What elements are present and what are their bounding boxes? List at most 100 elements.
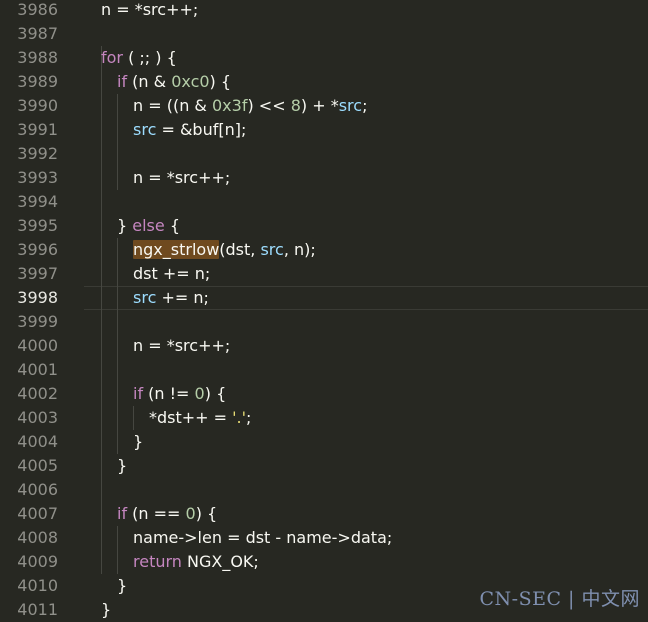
code-token: ) <<: [247, 96, 291, 115]
line-code[interactable]: if (n == 0) {: [117, 502, 217, 526]
code-token: 8: [290, 96, 301, 115]
code-token: ) {: [195, 504, 218, 523]
line-code[interactable]: n = *src++;: [101, 0, 198, 22]
line-code[interactable]: return NGX_OK;: [133, 550, 259, 574]
line-number[interactable]: 4006: [0, 478, 58, 502]
code-line[interactable]: 3987: [0, 22, 648, 46]
line-number[interactable]: 3998: [0, 286, 58, 310]
code-line[interactable]: 3991 src = &buf[n];: [0, 118, 648, 142]
line-number[interactable]: 3991: [0, 118, 58, 142]
line-number[interactable]: 4000: [0, 334, 58, 358]
highlighted-symbol: ngx_strlow: [133, 240, 220, 259]
code-line[interactable]: 4002 if (n != 0) {: [0, 382, 648, 406]
line-number[interactable]: 3993: [0, 166, 58, 190]
code-token: src: [260, 240, 284, 259]
line-code[interactable]: ngx_strlow(dst, src, n);: [133, 238, 316, 262]
code-line[interactable]: 4007 if (n == 0) {: [0, 502, 648, 526]
code-line[interactable]: 3988 for ( ;; ) {: [0, 46, 648, 70]
line-code[interactable]: n = *src++;: [133, 166, 230, 190]
code-editor[interactable]: 3986 n = *src++; 3987 3988 for ( ;; ) { 3989 i…: [0, 0, 648, 619]
line-number[interactable]: 3989: [0, 70, 58, 94]
line-number[interactable]: 3996: [0, 238, 58, 262]
code-line[interactable]: 3994: [0, 190, 648, 214]
line-code[interactable]: if (n != 0) {: [133, 382, 226, 406]
line-number[interactable]: 4009: [0, 550, 58, 574]
code-token: n = *src++;: [133, 336, 231, 355]
code-token: }: [101, 600, 112, 619]
line-number[interactable]: 3990: [0, 94, 58, 118]
code-line[interactable]: 3989 if (n & 0xc0) {: [0, 70, 648, 94]
line-number[interactable]: 4011: [0, 598, 58, 622]
line-number[interactable]: 3999: [0, 310, 58, 334]
code-line[interactable]: 4008 name->len = dst - name->data;: [0, 526, 648, 550]
code-token: else: [132, 216, 165, 235]
code-token: ( ;; ) {: [123, 48, 177, 67]
code-line[interactable]: 3992: [0, 142, 648, 166]
code-line[interactable]: 4003 *dst++ = '.';: [0, 406, 648, 430]
code-line[interactable]: 3995 } else {: [0, 214, 648, 238]
code-token: n = *src++;: [133, 168, 231, 187]
code-token: src: [338, 96, 363, 115]
code-token: += n;: [156, 288, 209, 307]
code-line[interactable]: 3986 n = *src++;: [0, 0, 648, 22]
code-line[interactable]: 3990 n = ((n & 0x3f) << 8) + *src;: [0, 94, 648, 118]
code-line[interactable]: 4001: [0, 358, 648, 382]
code-line[interactable]: 4009 return NGX_OK;: [0, 550, 648, 574]
line-code[interactable]: name->len = dst - name->data;: [133, 526, 392, 550]
line-code[interactable]: }: [101, 598, 111, 622]
code-line[interactable]: 3996 ngx_strlow(dst, src, n);: [0, 238, 648, 262]
code-token: (n !=: [143, 384, 195, 403]
code-line[interactable]: 3997 dst += n;: [0, 262, 648, 286]
line-number[interactable]: 4010: [0, 574, 58, 598]
line-number[interactable]: 3986: [0, 0, 58, 22]
line-number[interactable]: 4003: [0, 406, 58, 430]
line-number[interactable]: 4008: [0, 526, 58, 550]
line-code[interactable]: *dst++ = '.';: [149, 406, 251, 430]
line-code[interactable]: n = ((n & 0x3f) << 8) + *src;: [133, 94, 367, 118]
code-token: = &buf[n];: [156, 120, 247, 139]
code-token: 0: [194, 384, 205, 403]
line-code[interactable]: }: [117, 454, 127, 478]
code-line[interactable]: 3993 n = *src++;: [0, 166, 648, 190]
line-number[interactable]: 3987: [0, 22, 58, 46]
code-token: *dst++ =: [149, 408, 233, 427]
code-token: if: [133, 384, 144, 403]
line-code[interactable]: for ( ;; ) {: [101, 46, 177, 70]
line-number[interactable]: 3988: [0, 46, 58, 70]
code-token: (n &: [127, 72, 172, 91]
code-token: n = ((n &: [133, 96, 212, 115]
code-line[interactable]: 4000 n = *src++;: [0, 334, 648, 358]
code-token: 0xc0: [171, 72, 210, 91]
code-line[interactable]: 4005}: [0, 454, 648, 478]
code-token: if: [117, 72, 128, 91]
line-number[interactable]: 4007: [0, 502, 58, 526]
line-number[interactable]: 3994: [0, 190, 58, 214]
code-line[interactable]: 4004}: [0, 430, 648, 454]
line-number[interactable]: 3997: [0, 262, 58, 286]
line-number[interactable]: 4004: [0, 430, 58, 454]
code-token: src: [133, 120, 157, 139]
line-code[interactable]: n = *src++;: [133, 334, 230, 358]
code-token: ;: [362, 96, 368, 115]
line-number[interactable]: 4005: [0, 454, 58, 478]
line-code[interactable]: }: [117, 574, 127, 598]
line-code[interactable]: }: [133, 430, 143, 454]
code-token: }: [133, 432, 144, 451]
line-number[interactable]: 4001: [0, 358, 58, 382]
code-token: }: [117, 456, 128, 475]
code-token: if: [117, 504, 128, 523]
line-number[interactable]: 3992: [0, 142, 58, 166]
code-token: NGX_OK;: [181, 552, 259, 571]
code-token: '.': [232, 408, 247, 427]
code-token: (n ==: [127, 504, 186, 523]
code-line[interactable]: 3999: [0, 310, 648, 334]
line-code[interactable]: } else {: [117, 214, 180, 238]
line-code[interactable]: src = &buf[n];: [133, 118, 246, 142]
line-code[interactable]: dst += n;: [133, 262, 210, 286]
line-number[interactable]: 3995: [0, 214, 58, 238]
code-line[interactable]: 4006: [0, 478, 648, 502]
line-code[interactable]: if (n & 0xc0) {: [117, 70, 231, 94]
line-number[interactable]: 4002: [0, 382, 58, 406]
code-line[interactable]: 3998 src += n;: [0, 286, 648, 310]
line-code[interactable]: src += n;: [133, 286, 209, 310]
